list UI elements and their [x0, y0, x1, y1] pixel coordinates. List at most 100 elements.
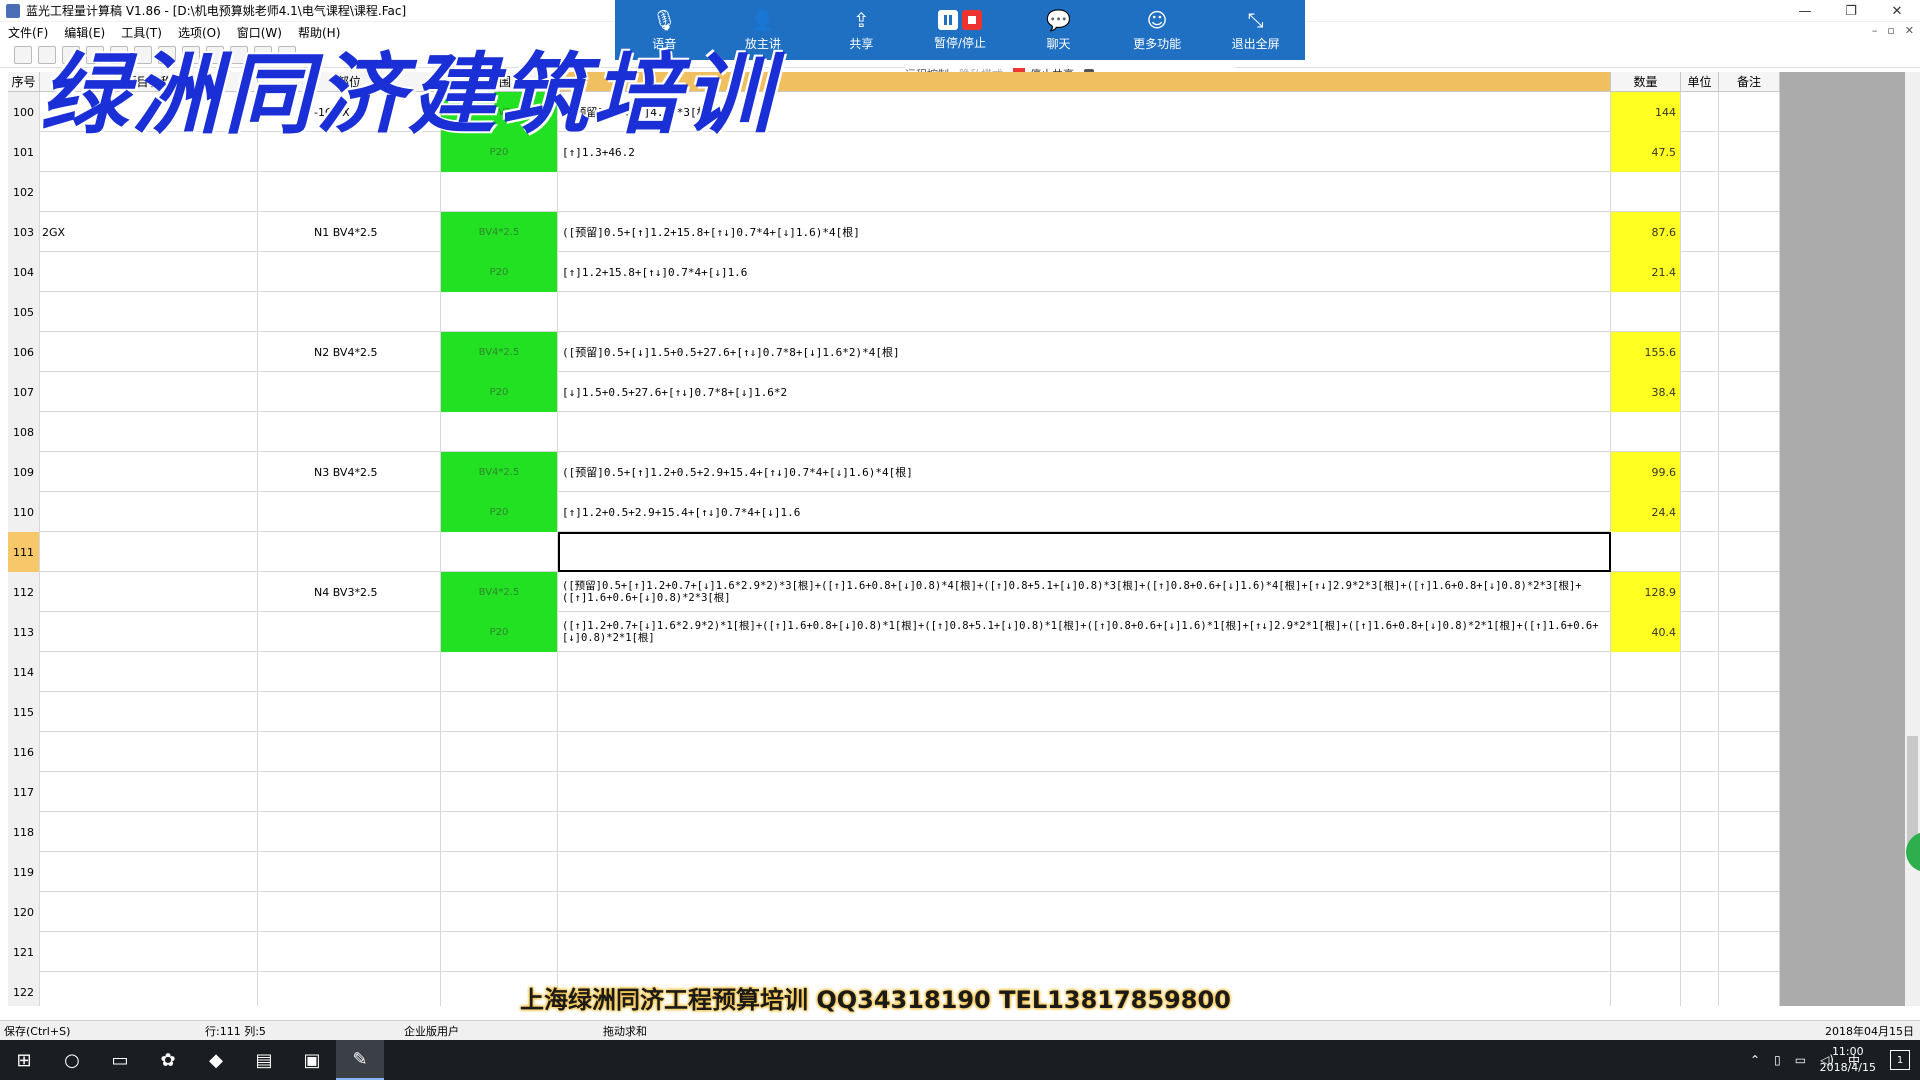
part-cell[interactable]	[258, 692, 441, 732]
unit-cell[interactable]	[1681, 292, 1719, 332]
spec-cell[interactable]: BV4*2.5	[441, 212, 558, 252]
unit-cell[interactable]	[1681, 532, 1719, 572]
mdi-minimize-button[interactable]: –	[1872, 24, 1878, 37]
formula-cell[interactable]	[558, 892, 1611, 932]
part-cell[interactable]: N3 BV4*2.5	[258, 452, 441, 492]
note-cell[interactable]	[1719, 732, 1780, 772]
note-cell[interactable]	[1719, 372, 1780, 412]
quantity-cell[interactable]: 40.4	[1611, 612, 1681, 652]
row-number[interactable]: 116	[8, 732, 40, 772]
spec-cell[interactable]	[441, 692, 558, 732]
row-number[interactable]: 108	[8, 412, 40, 452]
part-cell[interactable]	[258, 252, 441, 292]
quantity-cell[interactable]	[1611, 812, 1681, 852]
note-cell[interactable]	[1719, 612, 1780, 652]
note-cell[interactable]	[1719, 92, 1780, 132]
spec-cell[interactable]	[441, 812, 558, 852]
col-header-seq[interactable]: 序号	[8, 72, 40, 92]
spec-cell[interactable]	[441, 772, 558, 812]
quantity-cell[interactable]	[1611, 772, 1681, 812]
table-row[interactable]: 112 N4 BV3*2.5 BV4*2.5 ([预留]0.5+[↑]1.2+0.7+…	[8, 572, 1780, 612]
formula-cell[interactable]	[558, 692, 1611, 732]
item-name-cell[interactable]	[40, 852, 258, 892]
formula-cell[interactable]: [↑]1.2+15.8+[↑↓]0.7*4+[↓]1.6	[558, 252, 1611, 292]
item-name-cell[interactable]: 2GX	[40, 212, 258, 252]
unit-cell[interactable]	[1681, 452, 1719, 492]
note-cell[interactable]	[1719, 852, 1780, 892]
notification-icon[interactable]: 1	[1890, 1050, 1910, 1070]
quantity-cell[interactable]: 87.6	[1611, 212, 1681, 252]
item-name-cell[interactable]	[40, 492, 258, 532]
battery-icon[interactable]: ▯	[1774, 1053, 1781, 1067]
unit-cell[interactable]	[1681, 932, 1719, 972]
quantity-cell[interactable]: 47.5	[1611, 132, 1681, 172]
item-name-cell[interactable]	[40, 892, 258, 932]
row-number[interactable]: 120	[8, 892, 40, 932]
formula-cell[interactable]	[558, 772, 1611, 812]
app-active-icon[interactable]: ✎	[336, 1040, 384, 1080]
row-number[interactable]: 100	[8, 92, 40, 132]
spec-cell[interactable]: P20	[441, 612, 558, 652]
spec-cell[interactable]	[441, 852, 558, 892]
unit-cell[interactable]	[1681, 692, 1719, 732]
row-number[interactable]: 115	[8, 692, 40, 732]
part-cell[interactable]: N2 BV4*2.5	[258, 332, 441, 372]
spec-cell[interactable]	[441, 172, 558, 212]
quantity-cell[interactable]: 24.4	[1611, 492, 1681, 532]
table-row[interactable]: 111	[8, 532, 1780, 572]
formula-cell[interactable]	[558, 292, 1611, 332]
row-number[interactable]: 122	[8, 972, 40, 1006]
table-row[interactable]: 109 N3 BV4*2.5 BV4*2.5 ([预留]0.5+[↑]1.2+0.5+…	[8, 452, 1780, 492]
item-name-cell[interactable]	[40, 612, 258, 652]
chat-button[interactable]: 💬 聊天	[1014, 0, 1104, 60]
row-number[interactable]: 114	[8, 652, 40, 692]
mdi-close-button[interactable]: ✕	[1905, 24, 1914, 37]
item-name-cell[interactable]	[40, 412, 258, 452]
quantity-cell[interactable]	[1611, 732, 1681, 772]
network-icon[interactable]: ▭	[1795, 1053, 1806, 1067]
item-name-cell[interactable]	[40, 372, 258, 412]
note-cell[interactable]	[1719, 252, 1780, 292]
formula-cell[interactable]: ([预留]0.5+[↑]1.2+0.7+[↓]1.6*2.9*2)*3[根]+(…	[558, 572, 1611, 612]
item-name-cell[interactable]	[40, 572, 258, 612]
part-cell[interactable]	[258, 892, 441, 932]
table-row[interactable]: 106 N2 BV4*2.5 BV4*2.5 ([预留]0.5+[↓]1.5+0.5+…	[8, 332, 1780, 372]
part-cell[interactable]	[258, 652, 441, 692]
part-cell[interactable]	[258, 772, 441, 812]
note-cell[interactable]	[1719, 332, 1780, 372]
quantity-cell[interactable]	[1611, 532, 1681, 572]
unit-cell[interactable]	[1681, 92, 1719, 132]
row-number[interactable]: 102	[8, 172, 40, 212]
unit-cell[interactable]	[1681, 852, 1719, 892]
quantity-cell[interactable]: 99.6	[1611, 452, 1681, 492]
unit-cell[interactable]	[1681, 412, 1719, 452]
formula-cell[interactable]	[558, 532, 1611, 572]
spec-cell[interactable]	[441, 732, 558, 772]
item-name-cell[interactable]	[40, 252, 258, 292]
more-functions-button[interactable]: ☺ 更多功能	[1112, 0, 1202, 60]
formula-cell[interactable]	[558, 172, 1611, 212]
part-cell[interactable]	[258, 372, 441, 412]
formula-cell[interactable]	[558, 812, 1611, 852]
spec-cell[interactable]	[441, 292, 558, 332]
row-number[interactable]: 113	[8, 612, 40, 652]
row-number[interactable]: 118	[8, 812, 40, 852]
spec-cell[interactable]: P20	[441, 492, 558, 532]
col-header-note[interactable]: 备注	[1719, 72, 1780, 92]
formula-cell[interactable]: ([预留]0.5+[↑]1.2+0.5+2.9+15.4+[↑↓]0.7*4+[…	[558, 452, 1611, 492]
item-name-cell[interactable]	[40, 732, 258, 772]
part-cell[interactable]	[258, 852, 441, 892]
part-cell[interactable]	[258, 492, 441, 532]
close-button[interactable]: ✕	[1874, 0, 1920, 22]
share-button[interactable]: ⇪ 共享	[816, 0, 906, 60]
spec-cell[interactable]: P20	[441, 372, 558, 412]
table-row[interactable]: 116	[8, 732, 1780, 772]
table-row[interactable]: 120	[8, 892, 1780, 932]
note-cell[interactable]	[1719, 412, 1780, 452]
note-cell[interactable]	[1719, 132, 1780, 172]
table-row[interactable]: 105	[8, 292, 1780, 332]
spec-cell[interactable]	[441, 932, 558, 972]
unit-cell[interactable]	[1681, 172, 1719, 212]
table-row[interactable]: 114	[8, 652, 1780, 692]
table-row[interactable]: 110 P20 [↑]1.2+0.5+2.9+15.4+[↑↓]0.7*4+[↓]1…	[8, 492, 1780, 532]
